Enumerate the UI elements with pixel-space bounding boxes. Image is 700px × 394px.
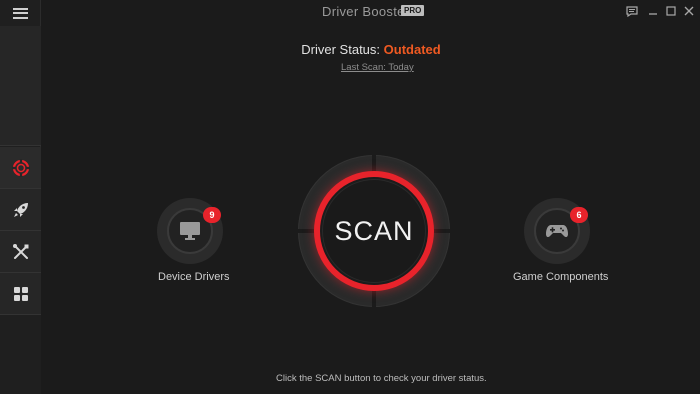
pro-badge: PRO — [401, 5, 425, 16]
title-bar: Driver Booster 7 PRO — [41, 0, 700, 24]
monitor-icon — [180, 222, 200, 240]
minimize-icon — [649, 13, 657, 15]
scan-control: SCAN — [298, 155, 450, 307]
tools-icon — [12, 243, 28, 259]
device-drivers-label: Device Drivers — [158, 271, 230, 283]
sidebar-item-scan[interactable] — [0, 147, 41, 189]
device-drivers-count-badge: 9 — [203, 207, 221, 223]
grid-icon — [13, 286, 28, 301]
sidebar-item-tools[interactable] — [0, 231, 41, 273]
feedback-button[interactable] — [623, 3, 641, 19]
sidebar-bottom — [0, 315, 41, 394]
driver-status-value: Outdated — [383, 42, 441, 57]
driver-status-label: Driver Status: — [301, 42, 381, 57]
close-button[interactable] — [680, 3, 698, 19]
minimize-button[interactable] — [644, 3, 662, 19]
last-scan-link[interactable]: Last Scan: Today — [341, 62, 414, 73]
rocket-icon — [13, 202, 28, 217]
scan-hint: Click the SCAN button to check your driv… — [276, 373, 487, 384]
close-icon — [684, 6, 694, 16]
scan-ring-divider — [432, 229, 450, 233]
maximize-button[interactable] — [662, 3, 680, 19]
chat-icon — [626, 5, 638, 17]
driver-status: Driver Status: Outdated — [21, 42, 700, 57]
sidebar — [0, 0, 41, 394]
sidebar-item-boost[interactable] — [0, 189, 41, 231]
hamburger-menu-icon — [13, 7, 28, 19]
maximize-icon — [666, 6, 676, 16]
menu-button[interactable] — [0, 0, 41, 26]
lifebuoy-icon — [11, 158, 30, 177]
game-components-label: Game Components — [513, 271, 609, 283]
gamepad-icon — [546, 225, 568, 238]
sidebar-item-toolbox[interactable] — [0, 273, 41, 315]
game-components-count-badge: 6 — [570, 207, 588, 223]
scan-ring-divider — [372, 289, 376, 307]
scan-button-label: SCAN — [334, 215, 414, 246]
scan-button[interactable]: SCAN — [322, 179, 426, 283]
